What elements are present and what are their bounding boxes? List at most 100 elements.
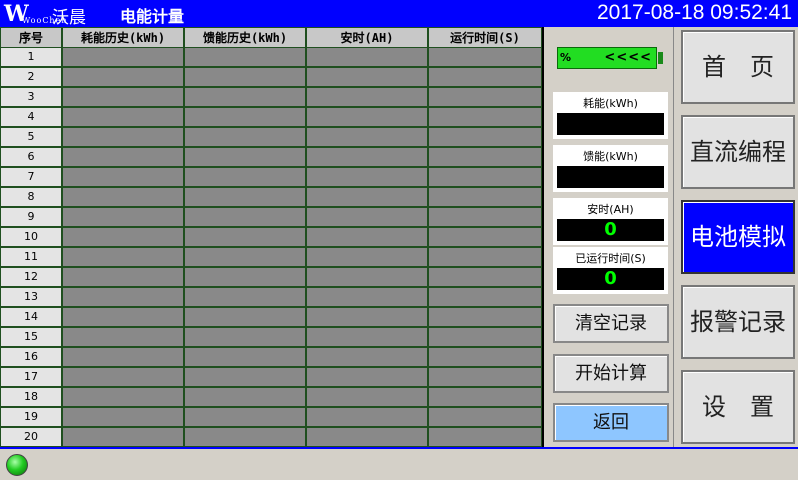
clear-records-button[interactable]: 清空记录 xyxy=(553,304,669,343)
nav-alarm-log-button[interactable]: 报警记录 xyxy=(681,285,795,359)
table-header: 序号 耗能历史(kWh) 馈能历史(kWh) 安时(AH) 运行时间(S) xyxy=(1,28,541,48)
table-cell[interactable] xyxy=(307,408,429,428)
table-cell[interactable] xyxy=(185,188,307,208)
table-cell[interactable] xyxy=(429,348,541,368)
table-cell[interactable] xyxy=(185,128,307,148)
table-row: 15 xyxy=(1,328,541,348)
table-cell[interactable] xyxy=(185,428,307,448)
table-cell[interactable] xyxy=(63,308,185,328)
table-cell[interactable] xyxy=(63,428,185,448)
table-cell[interactable] xyxy=(429,68,541,88)
table-cell[interactable] xyxy=(307,288,429,308)
status-bar xyxy=(0,447,798,480)
table-cell[interactable] xyxy=(429,368,541,388)
table-row: 8 xyxy=(1,188,541,208)
table-cell[interactable] xyxy=(307,368,429,388)
table-cell[interactable] xyxy=(307,108,429,128)
table-cell[interactable] xyxy=(429,88,541,108)
table-cell[interactable] xyxy=(63,48,185,68)
table-cell[interactable] xyxy=(429,288,541,308)
table-cell[interactable] xyxy=(429,148,541,168)
table-cell[interactable] xyxy=(185,368,307,388)
nav-home-button[interactable]: 首 页 xyxy=(681,30,795,104)
table-cell[interactable] xyxy=(63,328,185,348)
table-cell[interactable] xyxy=(63,388,185,408)
table-cell[interactable] xyxy=(185,308,307,328)
table-cell[interactable] xyxy=(307,68,429,88)
table-cell[interactable] xyxy=(185,208,307,228)
table-cell[interactable] xyxy=(185,248,307,268)
table-cell[interactable] xyxy=(63,128,185,148)
table-cell[interactable] xyxy=(63,68,185,88)
table-row: 5 xyxy=(1,128,541,148)
table-cell[interactable] xyxy=(429,388,541,408)
table-cell[interactable] xyxy=(307,268,429,288)
table-cell[interactable] xyxy=(63,228,185,248)
table-cell[interactable] xyxy=(185,388,307,408)
table-cell[interactable] xyxy=(185,268,307,288)
table-cell[interactable] xyxy=(429,108,541,128)
row-index: 6 xyxy=(1,148,63,168)
table-cell[interactable] xyxy=(185,328,307,348)
table-cell[interactable] xyxy=(307,348,429,368)
back-button[interactable]: 返回 xyxy=(553,403,669,442)
table-row: 16 xyxy=(1,348,541,368)
table-cell[interactable] xyxy=(185,148,307,168)
table-cell[interactable] xyxy=(185,68,307,88)
table-cell[interactable] xyxy=(429,48,541,68)
table-cell[interactable] xyxy=(185,228,307,248)
table-cell[interactable] xyxy=(307,388,429,408)
nav-settings-button[interactable]: 设 置 xyxy=(681,370,795,444)
table-cell[interactable] xyxy=(429,128,541,148)
table-cell[interactable] xyxy=(307,148,429,168)
side-navigation: 首 页 直流编程 电池模拟 报警记录 设 置 xyxy=(673,27,798,447)
table-cell[interactable] xyxy=(429,188,541,208)
table-cell[interactable] xyxy=(429,268,541,288)
table-cell[interactable] xyxy=(429,408,541,428)
start-calculation-button[interactable]: 开始计算 xyxy=(553,354,669,393)
table-cell[interactable] xyxy=(307,88,429,108)
table-cell[interactable] xyxy=(429,208,541,228)
table-cell[interactable] xyxy=(307,48,429,68)
table-cell[interactable] xyxy=(307,208,429,228)
table-cell[interactable] xyxy=(307,428,429,448)
battery-terminal-icon xyxy=(658,52,663,64)
table-cell[interactable] xyxy=(185,88,307,108)
nav-battery-sim-button[interactable]: 电池模拟 xyxy=(681,200,795,274)
table-cell[interactable] xyxy=(429,228,541,248)
table-cell[interactable] xyxy=(307,328,429,348)
nav-dc-program-button[interactable]: 直流编程 xyxy=(681,115,795,189)
table-cell[interactable] xyxy=(307,188,429,208)
table-cell[interactable] xyxy=(429,328,541,348)
row-index: 3 xyxy=(1,88,63,108)
table-cell[interactable] xyxy=(63,208,185,228)
metering-panel: % <<<< 耗能(kWh) 馈能(kWh) 安时(AH) 0 已运行时间(S)… xyxy=(542,27,672,447)
table-cell[interactable] xyxy=(63,268,185,288)
table-cell[interactable] xyxy=(307,168,429,188)
table-cell[interactable] xyxy=(63,248,185,268)
table-cell[interactable] xyxy=(185,288,307,308)
table-cell[interactable] xyxy=(429,248,541,268)
table-cell[interactable] xyxy=(63,408,185,428)
table-cell[interactable] xyxy=(63,88,185,108)
table-cell[interactable] xyxy=(185,48,307,68)
table-cell[interactable] xyxy=(63,368,185,388)
table-cell[interactable] xyxy=(63,348,185,368)
table-cell[interactable] xyxy=(429,308,541,328)
table-cell[interactable] xyxy=(307,248,429,268)
table-cell[interactable] xyxy=(63,188,185,208)
table-cell[interactable] xyxy=(63,108,185,128)
table-cell[interactable] xyxy=(307,308,429,328)
table-cell[interactable] xyxy=(63,288,185,308)
table-cell[interactable] xyxy=(185,168,307,188)
table-cell[interactable] xyxy=(429,168,541,188)
table-cell[interactable] xyxy=(185,348,307,368)
table-cell[interactable] xyxy=(307,128,429,148)
table-body: 1 2 3 4 5 6 7 8 9 10 11 12 13 14 15 16 17 18 19 20 xyxy=(1,48,541,448)
table-cell[interactable] xyxy=(185,408,307,428)
table-cell[interactable] xyxy=(429,428,541,448)
table-cell[interactable] xyxy=(63,148,185,168)
table-cell[interactable] xyxy=(185,108,307,128)
table-cell[interactable] xyxy=(63,168,185,188)
table-cell[interactable] xyxy=(307,228,429,248)
